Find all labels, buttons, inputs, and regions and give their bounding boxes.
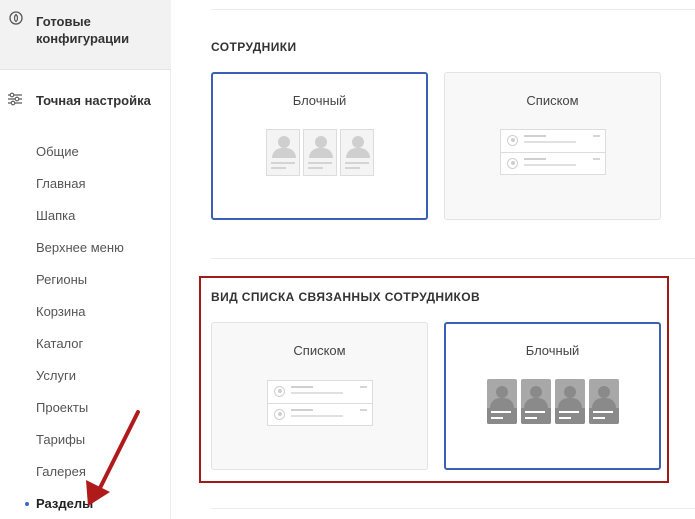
- related-employees-option-list[interactable]: Списком: [211, 322, 428, 470]
- employee-tile-dark-illustration: [589, 379, 619, 424]
- employee-list-illustration: [500, 129, 606, 175]
- option-label: Блочный: [292, 93, 347, 108]
- related-employees-option-block[interactable]: Блочный: [444, 322, 661, 470]
- sidebar-item-top-menu[interactable]: Верхнее меню: [36, 240, 124, 256]
- sidebar-item-tariffs[interactable]: Тарифы: [36, 432, 85, 448]
- sidebar-group-title: Готовые конфигурации: [36, 14, 130, 46]
- sidebar-item-main[interactable]: Главная: [36, 176, 85, 192]
- sidebar-item-header[interactable]: Шапка: [36, 208, 75, 224]
- sidebar-group-title: Точная настройка: [36, 93, 151, 108]
- employee-tile-dark-illustration: [487, 379, 517, 424]
- sidebar-item-catalog[interactable]: Каталог: [36, 336, 83, 352]
- employee-tile-illustration: [340, 129, 374, 176]
- sidebar-item-general[interactable]: Общие: [36, 144, 79, 160]
- sidebar-group-ready-configs[interactable]: Готовые конфигурации: [0, 0, 171, 70]
- annotation-arrow-icon: [86, 410, 140, 506]
- employee-tile-illustration: [303, 129, 337, 176]
- section-title-employees: СОТРУДНИКИ: [211, 40, 297, 54]
- sidebar-item-regions[interactable]: Регионы: [36, 272, 87, 288]
- sliders-icon: [8, 92, 22, 106]
- option-label: Списком: [293, 343, 346, 358]
- employees-option-block[interactable]: Блочный: [211, 72, 428, 220]
- employee-tile-dark-illustration: [521, 379, 551, 424]
- option-label: Списком: [526, 93, 579, 108]
- config-circle-icon: [9, 11, 23, 25]
- employee-tile-dark-illustration: [555, 379, 585, 424]
- employees-option-list[interactable]: Списком: [444, 72, 661, 220]
- sidebar-item-services[interactable]: Услуги: [36, 368, 76, 384]
- employee-list-illustration: [267, 380, 373, 426]
- sidebar-item-cart[interactable]: Корзина: [36, 304, 86, 320]
- sidebar-item-gallery[interactable]: Галерея: [36, 464, 86, 480]
- active-item-dot: [25, 502, 29, 506]
- option-label: Блочный: [525, 343, 580, 358]
- section-divider: [211, 258, 695, 259]
- section-divider: [211, 9, 695, 10]
- section-divider: [211, 508, 695, 509]
- employee-tile-illustration: [266, 129, 300, 176]
- section-title-related-employees: ВИД СПИСКА СВЯЗАННЫХ СОТРУДНИКОВ: [211, 290, 481, 304]
